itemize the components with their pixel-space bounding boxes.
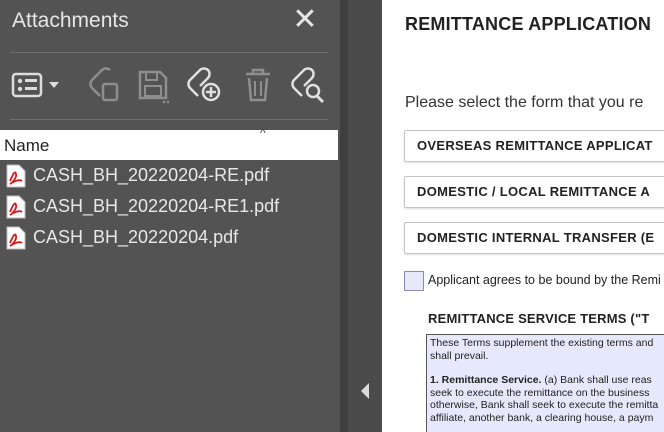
file-name: CASH_BH_20220204.pdf (33, 227, 239, 247)
attach-file-icon[interactable] (86, 66, 122, 104)
file-name: CASH_BH_20220204-RE1.pdf (33, 196, 280, 216)
pdf-icon (6, 226, 26, 250)
agree-label: Applicant agrees to be bound by the Remi (428, 273, 661, 287)
terms-paragraph: 1. Remittance Service. (a) Bank shall us… (430, 374, 664, 424)
panel-splitter[interactable] (340, 0, 348, 432)
document-page: REMITTANCE APPLICATION Please select the… (382, 0, 664, 432)
collapse-panel-icon[interactable] (357, 380, 373, 402)
terms-line: shall prevail. (430, 349, 489, 362)
file-list-item[interactable]: CASH_BH_20220204.pdf (0, 224, 338, 252)
terms-line: (a) Bank shall use reas (541, 374, 652, 386)
save-attachment-icon[interactable] (136, 66, 172, 104)
form-option-label: OVERSEAS REMITTANCE APPLICAT (417, 138, 653, 153)
form-option-domestic-internal[interactable]: DOMESTIC INTERNAL TRANSFER (E (404, 222, 664, 254)
pdf-icon (6, 164, 26, 188)
form-option-label: DOMESTIC / LOCAL REMITTANCE A (417, 184, 651, 199)
file-list-item[interactable]: CASH_BH_20220204-RE.pdf (0, 162, 338, 190)
column-header-label: Name (4, 136, 50, 155)
panel-title: Attachments (12, 9, 129, 32)
agree-checkbox[interactable] (404, 271, 424, 291)
terms-textbox[interactable]: These Terms supplement the existing term… (426, 334, 664, 432)
file-list-item[interactable]: CASH_BH_20220204-RE1.pdf (0, 193, 338, 221)
form-option-domestic-local[interactable]: DOMESTIC / LOCAL REMITTANCE A (404, 176, 664, 208)
document-prompt: Please select the form that you re (405, 94, 644, 111)
list-options-icon[interactable] (10, 66, 62, 104)
document-title: REMITTANCE APPLICATION (405, 14, 652, 34)
add-attachment-icon[interactable] (186, 66, 222, 104)
pdf-icon (6, 195, 26, 219)
terms-line: otherwise, Bank shall seek to execute th… (430, 399, 659, 411)
terms-heading: REMITTANCE SERVICE TERMS ("T (428, 311, 650, 326)
form-option-overseas[interactable]: OVERSEAS REMITTANCE APPLICAT (404, 130, 664, 162)
terms-line: seek to execute the remittance on the bu… (430, 386, 650, 399)
terms-line: These Terms supplement the existing term… (430, 337, 654, 349)
close-icon[interactable]: ✕ (291, 5, 319, 35)
terms-paragraph: These Terms supplement the existing term… (430, 337, 664, 362)
sort-ascending-icon: ^ (260, 126, 266, 140)
divider (10, 52, 328, 53)
terms-line: affiliate, another bank, a clearing hous… (430, 411, 654, 424)
search-attachment-icon[interactable] (290, 66, 326, 104)
divider (10, 119, 328, 120)
side-gutter (348, 0, 382, 432)
file-name: CASH_BH_20220204-RE.pdf (33, 165, 270, 185)
terms-clause-heading: 1. Remittance Service. (430, 374, 542, 386)
delete-icon[interactable] (240, 66, 276, 104)
form-option-label: DOMESTIC INTERNAL TRANSFER (E (417, 230, 655, 245)
column-header-name[interactable]: Name ^ (0, 126, 338, 160)
attachments-panel: Attachments ✕ Name ^ CASH_BH_20220204-RE… (0, 0, 340, 432)
